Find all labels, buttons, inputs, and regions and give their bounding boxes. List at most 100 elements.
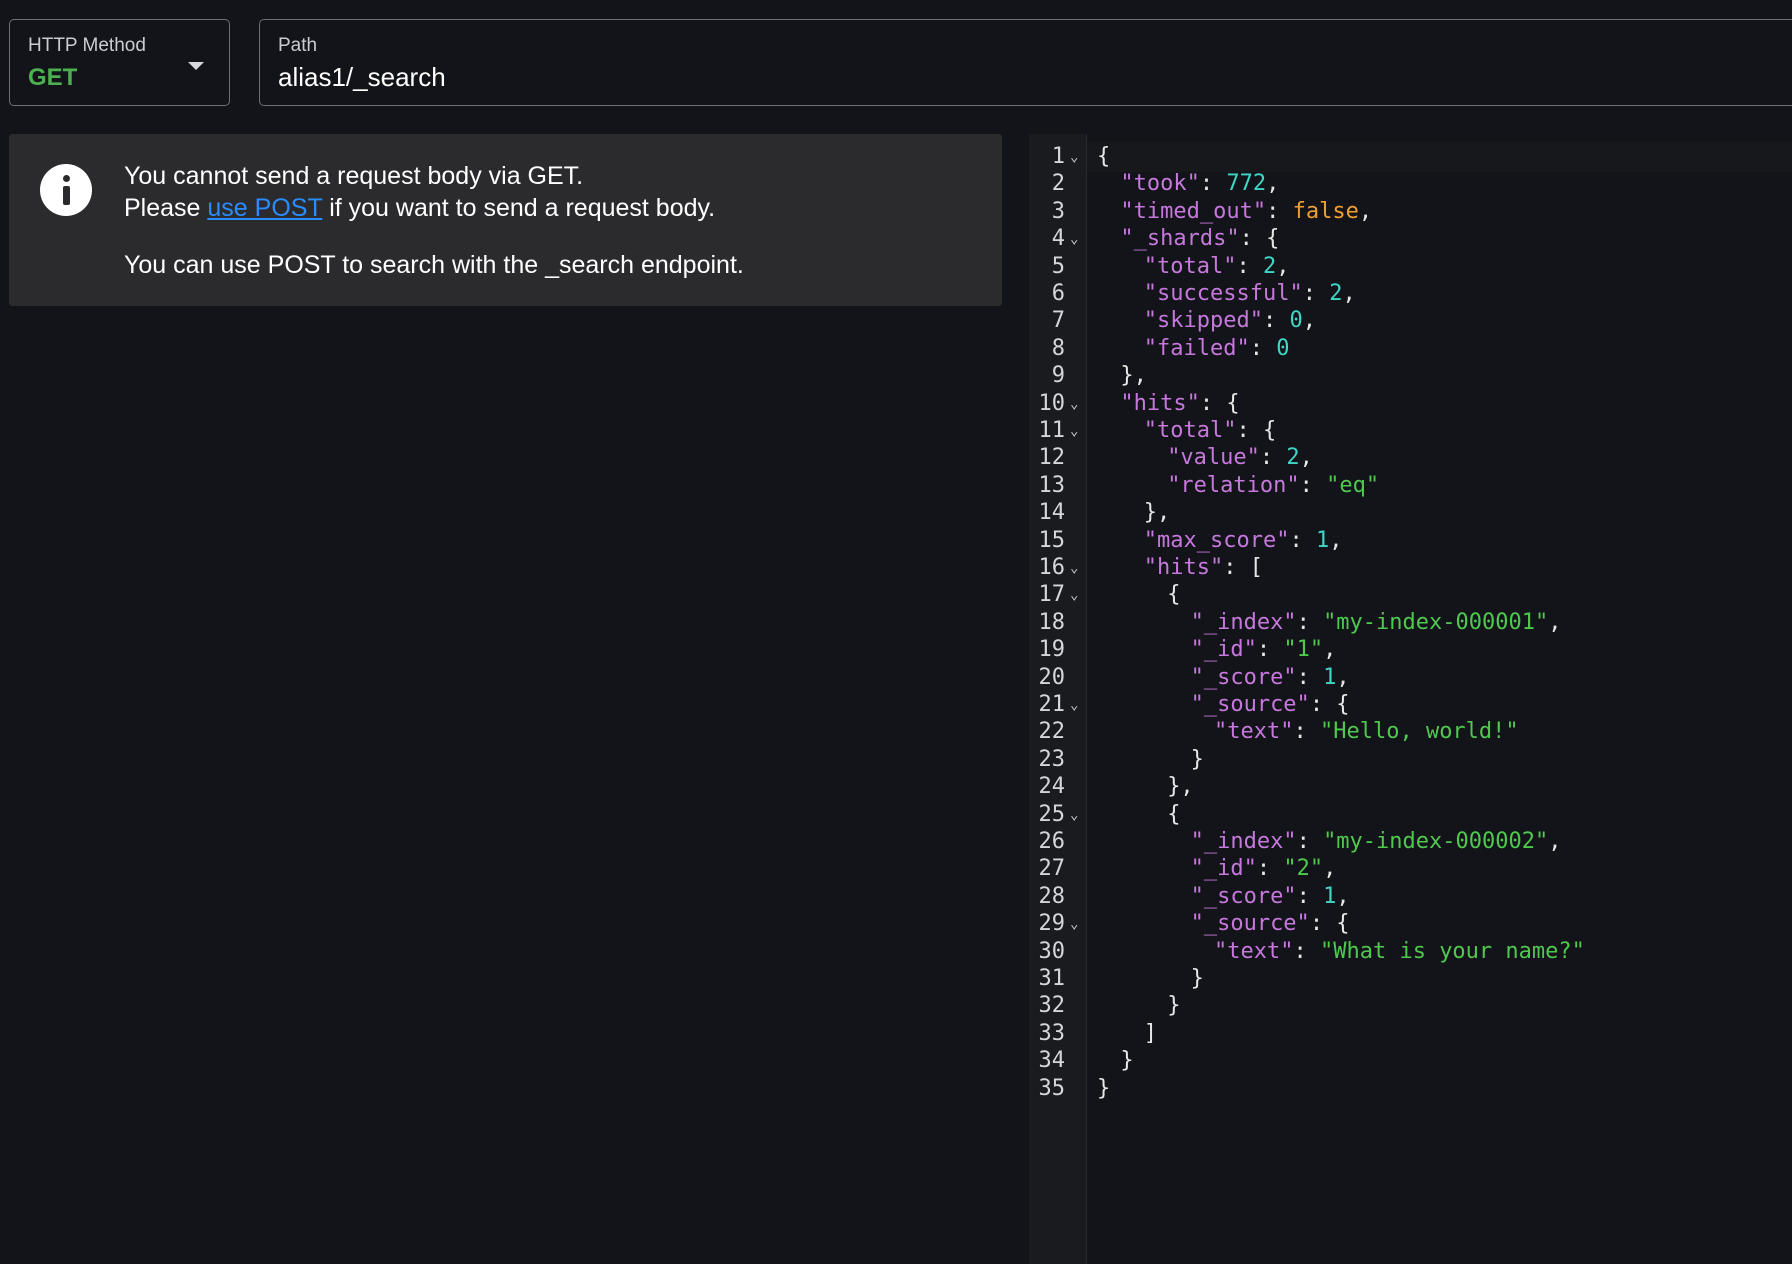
- code-content: },: [1167, 771, 1194, 802]
- code-token: "2": [1283, 856, 1324, 882]
- code-token: 0: [1276, 335, 1290, 361]
- fold-toggle-icon[interactable]: ⌄: [1070, 553, 1078, 584]
- code-content: "total": 2,: [1144, 251, 1290, 282]
- code-token: ,: [1358, 198, 1373, 224]
- get-body-info-alert: You cannot send a request body via GET. …: [9, 134, 1002, 306]
- fold-toggle-icon[interactable]: ⌄: [1070, 142, 1078, 173]
- code-content: "_index": "my-index-000001",: [1191, 607, 1562, 638]
- code-token: ,: [1548, 829, 1562, 854]
- code-token: 1: [1323, 883, 1337, 909]
- code-token: "_score": [1190, 883, 1297, 909]
- line-number: 23: [1038, 746, 1066, 772]
- fold-toggle-icon[interactable]: ⌄: [1070, 580, 1078, 611]
- code-token: ,: [1302, 308, 1317, 334]
- fold-toggle-icon[interactable]: ⌄: [1070, 389, 1078, 420]
- code-token: "took": [1120, 171, 1200, 197]
- code-token: {: [1167, 801, 1181, 827]
- code-token: :: [1296, 664, 1324, 690]
- code-content: },: [1144, 497, 1171, 528]
- line-number: 16: [1038, 555, 1066, 580]
- code-content: {: [1167, 799, 1180, 830]
- code-content: }: [1191, 963, 1204, 994]
- code-token: "_id": [1190, 856, 1257, 882]
- line-number: 8: [1051, 335, 1065, 361]
- code-token: }: [1167, 993, 1181, 1019]
- path-field[interactable]: Path alias1/_search: [259, 19, 1792, 106]
- code-token: : {: [1199, 390, 1240, 416]
- code-content: "hits": [: [1144, 552, 1263, 583]
- code-token: :: [1236, 253, 1264, 279]
- code-token: "total": [1143, 253, 1237, 279]
- line-number: 13: [1038, 472, 1066, 498]
- code-token: "1": [1283, 637, 1324, 663]
- fold-toggle-icon[interactable]: ⌄: [1070, 690, 1078, 721]
- code-content: "_id": "1",: [1191, 634, 1337, 665]
- line-number: 7: [1051, 308, 1065, 334]
- code-content: "took": 772,: [1120, 168, 1279, 199]
- code-token: "skipped": [1143, 308, 1264, 334]
- code-token: "my-index-000001": [1323, 609, 1549, 635]
- code-token: "failed": [1143, 335, 1250, 361]
- line-number: 18: [1038, 609, 1066, 635]
- code-content: ]: [1144, 1018, 1157, 1049]
- code-content: "successful": 2,: [1144, 278, 1356, 309]
- http-method-select[interactable]: HTTP Method GET: [9, 19, 230, 106]
- code-token: :: [1256, 856, 1284, 882]
- code-content: "_shards": {: [1120, 223, 1279, 254]
- code-token: ,: [1299, 445, 1313, 471]
- code-token: "hits": [1120, 390, 1200, 416]
- code-token: "value": [1167, 445, 1260, 471]
- code-content: "_source": {: [1191, 908, 1350, 939]
- code-token: ,: [1342, 281, 1356, 306]
- response-code-editor[interactable]: 1 ⌄{2 "took": 772, 3 "timed_out": false, 4 ⌄ "_…: [1029, 134, 1792, 1264]
- path-input[interactable]: alias1/_search: [278, 62, 446, 93]
- code-token: :: [1299, 472, 1327, 498]
- use-post-link[interactable]: use POST: [207, 194, 322, 222]
- fold-toggle-icon[interactable]: ⌄: [1070, 800, 1078, 831]
- code-content: {: [1167, 579, 1180, 610]
- code-content: "max_score": 1,: [1144, 525, 1343, 556]
- code-token: }: [1190, 746, 1204, 772]
- code-token: :: [1302, 281, 1330, 306]
- fold-toggle-icon[interactable]: ⌄: [1070, 416, 1078, 447]
- code-token: :: [1296, 829, 1324, 854]
- path-label: Path: [278, 35, 318, 56]
- code-content: }: [1120, 1045, 1133, 1076]
- code-token: "my-index-000002": [1323, 829, 1549, 854]
- line-number: 5: [1051, 253, 1065, 279]
- code-token: 2: [1286, 445, 1300, 471]
- line-number: 34: [1038, 1048, 1066, 1074]
- code-token: }: [1120, 1048, 1134, 1074]
- code-token: "max_score": [1143, 527, 1290, 553]
- code-token: :: [1293, 719, 1320, 745]
- line-number: 15: [1038, 527, 1066, 553]
- line-number: 22: [1038, 719, 1066, 745]
- line-number: 6: [1051, 281, 1065, 306]
- line-number: 4: [1051, 226, 1065, 252]
- info-icon: [40, 164, 92, 216]
- fold-toggle-icon[interactable]: ⌄: [1070, 224, 1078, 255]
- code-token: "timed_out": [1120, 198, 1267, 224]
- code-content: "_score": 1,: [1191, 662, 1350, 693]
- code-token: :: [1259, 445, 1287, 471]
- line-number: 20: [1038, 664, 1066, 690]
- code-content: },: [1120, 360, 1147, 391]
- code-token: ]: [1143, 1020, 1158, 1046]
- code-token: {: [1167, 582, 1181, 608]
- line-number: 1: [1051, 144, 1065, 169]
- dropdown-caret-icon[interactable]: [188, 62, 204, 70]
- line-number: 2: [1051, 171, 1065, 197]
- fold-toggle-icon[interactable]: ⌄: [1070, 909, 1078, 940]
- line-number: 10: [1038, 390, 1066, 416]
- alert-line-2: Please use POST if you want to send a re…: [124, 192, 744, 224]
- code-token: :: [1266, 198, 1293, 224]
- line-number: 35: [1038, 1075, 1066, 1101]
- code-content: "text": "Hello, world!": [1214, 716, 1519, 747]
- code-token: ,: [1329, 527, 1343, 553]
- alert-line-2-suffix: if you want to send a request body.: [322, 194, 716, 222]
- line-number: 33: [1038, 1020, 1066, 1046]
- code-token: "_source": [1190, 692, 1310, 717]
- code-content: "relation": "eq": [1167, 470, 1379, 501]
- code-token: : {: [1239, 226, 1280, 252]
- code-content: {: [1097, 141, 1110, 172]
